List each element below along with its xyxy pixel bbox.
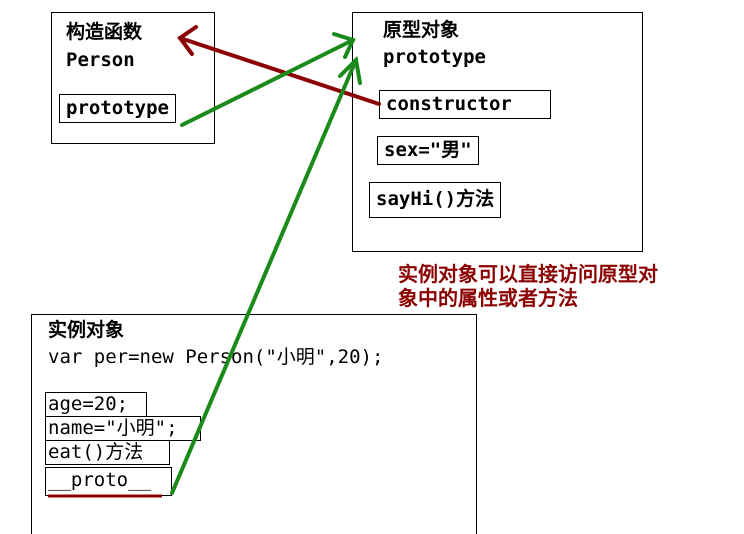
- proto-link-arrow: [170, 55, 362, 495]
- arrows-layer: [48, 25, 381, 498]
